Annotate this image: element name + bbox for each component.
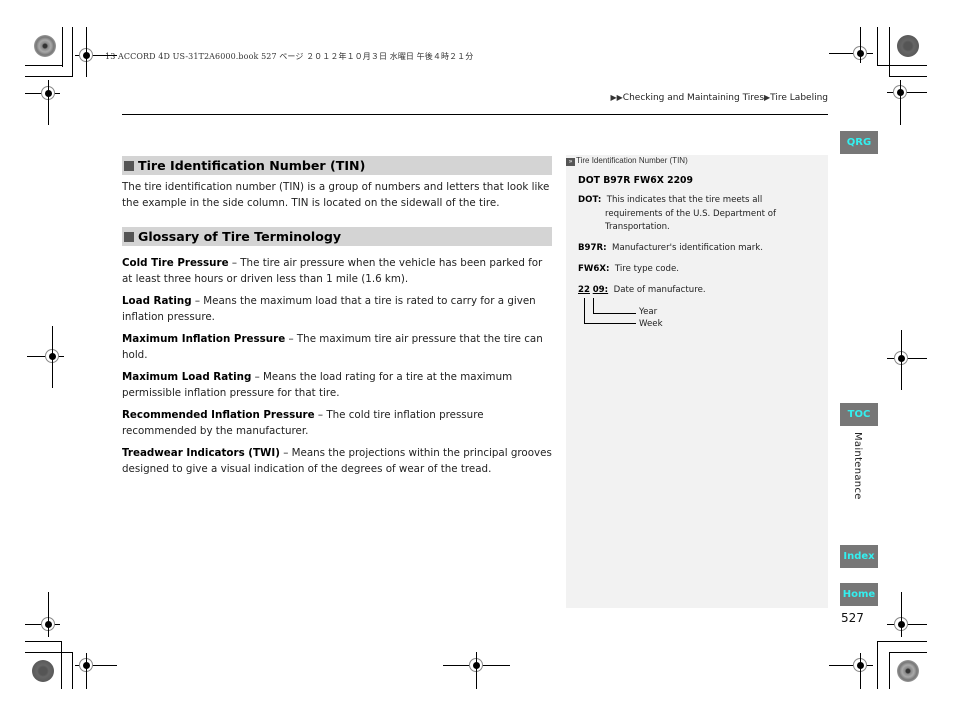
breadcrumb-item-tire-labeling[interactable]: Tire Labeling bbox=[770, 93, 828, 103]
side-note-title: » Tire Identification Number (TIN) bbox=[566, 156, 688, 166]
registration-mark-icon bbox=[469, 655, 483, 675]
registration-mark-icon bbox=[893, 82, 907, 102]
year-code: 09: bbox=[592, 285, 609, 295]
glossary-term: Cold Tire Pressure bbox=[122, 257, 229, 269]
week-connector-line bbox=[584, 298, 585, 324]
registration-disc-icon bbox=[897, 660, 919, 682]
breadcrumb-item-checking-tires[interactable]: Checking and Maintaining Tires bbox=[623, 93, 764, 103]
entry-key: DOT: bbox=[578, 195, 602, 205]
print-header: 13 ACCORD 4D US-31T2A6000.book 527 ページ ２… bbox=[105, 52, 474, 61]
main-content: Tire Identification Number (TIN) The tir… bbox=[122, 156, 552, 484]
section-title: Glossary of Tire Terminology bbox=[138, 229, 342, 244]
entry-key: FW6X: bbox=[578, 264, 610, 274]
week-code: 22 bbox=[578, 285, 590, 295]
year-connector-line bbox=[593, 298, 594, 314]
entry-text: This indicates that the tire meets all bbox=[606, 195, 763, 205]
glossary-list: Cold Tire Pressure – The tire air pressu… bbox=[122, 256, 552, 477]
registration-disc-icon bbox=[897, 35, 919, 57]
registration-mark-icon bbox=[41, 83, 55, 103]
tin-entry-date: 22 09: Date of manufacture. bbox=[578, 284, 706, 298]
double-arrow-icon: ▶▶ bbox=[610, 93, 623, 102]
glossary-term: Maximum Load Rating bbox=[122, 371, 252, 383]
glossary-term: Recommended Inflation Pressure bbox=[122, 409, 315, 421]
glossary-item: Treadwear Indicators (TWI) – Means the p… bbox=[122, 446, 552, 477]
glossary-item: Recommended Inflation Pressure – The col… bbox=[122, 408, 552, 439]
year-label: Year bbox=[639, 307, 658, 317]
double-arrow-icon: » bbox=[566, 158, 575, 166]
glossary-item: Maximum Inflation Pressure – The maximum… bbox=[122, 332, 552, 363]
registration-mark-icon bbox=[853, 43, 867, 63]
header-divider bbox=[122, 114, 828, 115]
registration-disc-icon bbox=[32, 660, 54, 682]
year-connector-line bbox=[593, 313, 636, 314]
entry-text: requirements of the U.S. Department of bbox=[605, 208, 777, 219]
entry-text: Date of manufacture. bbox=[613, 285, 706, 295]
home-tab[interactable]: Home bbox=[840, 583, 878, 606]
registration-mark-icon bbox=[853, 655, 867, 675]
square-bullet-icon bbox=[124, 231, 134, 242]
tin-entry-fw6x: FW6X: Tire type code. bbox=[578, 263, 679, 277]
registration-disc-icon bbox=[34, 35, 56, 57]
tin-entry-b97r: B97R: Manufacturer's identification mark… bbox=[578, 242, 763, 256]
page-number: 527 bbox=[841, 611, 864, 625]
qrg-tab[interactable]: QRG bbox=[840, 131, 878, 154]
registration-mark-icon bbox=[894, 348, 908, 368]
index-tab[interactable]: Index bbox=[840, 545, 878, 568]
registration-mark-icon bbox=[79, 655, 93, 675]
registration-mark-icon bbox=[894, 614, 908, 634]
section-heading-tin: Tire Identification Number (TIN) bbox=[122, 156, 552, 175]
entry-text: Tire type code. bbox=[614, 264, 679, 274]
glossary-term: Maximum Inflation Pressure bbox=[122, 333, 286, 345]
square-bullet-icon bbox=[124, 160, 134, 171]
toc-tab[interactable]: TOC bbox=[840, 403, 878, 426]
week-connector-line bbox=[584, 323, 636, 324]
entry-text: Manufacturer's identification mark. bbox=[612, 243, 763, 253]
entry-key: B97R: bbox=[578, 243, 607, 253]
week-label: Week bbox=[639, 319, 663, 329]
tin-entry-dot: DOT: This indicates that the tire meets … bbox=[578, 194, 776, 235]
registration-mark-icon bbox=[79, 45, 93, 65]
tin-example: DOT B97R FW6X 2209 bbox=[578, 175, 693, 186]
entry-text: Transportation. bbox=[605, 222, 670, 233]
glossary-term: Load Rating bbox=[122, 295, 192, 307]
glossary-item: Load Rating – Means the maximum load tha… bbox=[122, 294, 552, 325]
glossary-item: Maximum Load Rating – Means the load rat… bbox=[122, 370, 552, 401]
glossary-term: Treadwear Indicators (TWI) bbox=[122, 447, 280, 459]
tin-description: The tire identification number (TIN) is … bbox=[122, 181, 550, 209]
chapter-label: Maintenance bbox=[852, 432, 863, 500]
side-note-panel: » Tire Identification Number (TIN) DOT B9… bbox=[566, 155, 828, 608]
registration-mark-icon bbox=[45, 346, 59, 366]
glossary-item: Cold Tire Pressure – The tire air pressu… bbox=[122, 256, 552, 287]
breadcrumb: ▶▶Checking and Maintaining Tires▶Tire La… bbox=[610, 93, 828, 103]
section-title: Tire Identification Number (TIN) bbox=[138, 158, 366, 173]
registration-mark-icon bbox=[41, 614, 55, 634]
section-heading-glossary: Glossary of Tire Terminology bbox=[122, 227, 552, 246]
